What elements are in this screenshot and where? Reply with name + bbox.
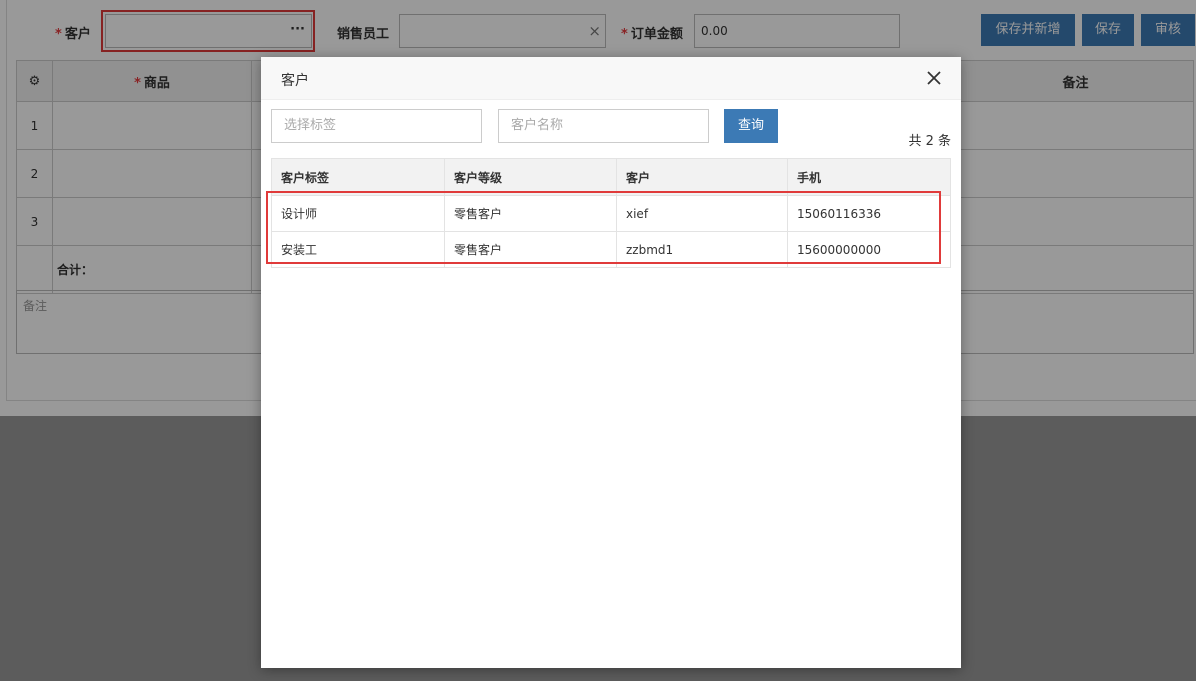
tag-select-input[interactable]: 选择标签 <box>271 109 482 143</box>
query-button[interactable]: 查询 <box>724 109 778 143</box>
dialog-header: 客户 <box>261 57 961 100</box>
customer-name-input[interactable]: 客户名称 <box>498 109 709 143</box>
rows-highlight <box>266 191 941 264</box>
customer-dialog: 客户 选择标签 客户名称 查询 共 2 条 客户标签 客户等级 客户 手机 设计… <box>261 57 961 668</box>
result-count: 共 2 条 <box>908 134 951 149</box>
table-header: 客户标签 客户等级 客户 手机 <box>271 158 951 196</box>
dialog-title: 客户 <box>281 73 309 89</box>
close-icon[interactable] <box>923 67 945 89</box>
